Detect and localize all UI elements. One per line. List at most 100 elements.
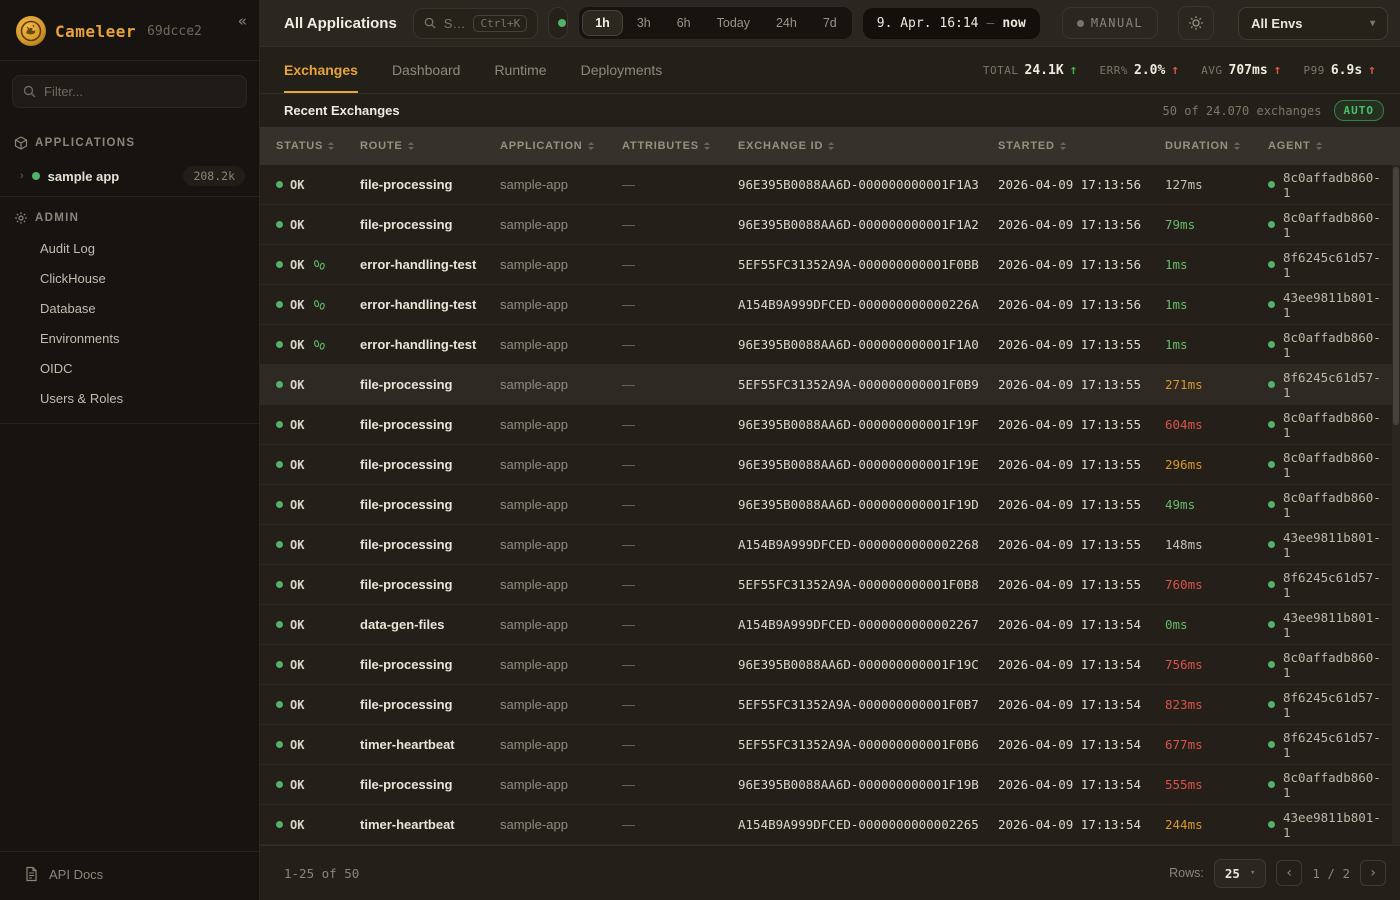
sidebar-item-database[interactable]: Database (0, 293, 259, 323)
column-header-status[interactable]: STATUS (276, 140, 360, 152)
table-row[interactable]: OKfile-processingsample-app—5EF55FC31352… (260, 685, 1400, 725)
table-row[interactable]: OKfile-processingsample-app—A154B9A999DF… (260, 525, 1400, 565)
tab-exchanges[interactable]: Exchanges (284, 47, 358, 93)
table-row[interactable]: OKtimer-heartbeatsample-app—5EF55FC31352… (260, 725, 1400, 765)
chevron-right-icon[interactable]: › (20, 170, 24, 182)
column-header-route[interactable]: ROUTE (360, 140, 500, 152)
cell-exchange-id: 5EF55FC31352A9A-000000000001F0BB (738, 257, 998, 272)
scrollbar-track[interactable] (1392, 165, 1400, 845)
time-range-7d[interactable]: 7d (811, 10, 849, 36)
column-label: STARTED (998, 140, 1055, 152)
status-dot (276, 341, 283, 348)
time-range-6h[interactable]: 6h (665, 10, 703, 36)
tab-dashboard[interactable]: Dashboard (392, 47, 461, 93)
cell-route: file-processing (360, 777, 500, 792)
column-header-application[interactable]: APPLICATION (500, 140, 622, 152)
table-row[interactable]: OKdata-gen-filessample-app—A154B9A999DFC… (260, 605, 1400, 645)
cell-started: 2026-04-09 17:13:55 (998, 417, 1165, 432)
global-search-button[interactable]: S… Ctrl+K (413, 8, 538, 39)
cell-application: sample-app (500, 777, 622, 792)
brand-name: Cameleer (55, 22, 136, 41)
theme-toggle-button[interactable] (1178, 6, 1214, 40)
scrollbar-thumb[interactable] (1393, 167, 1399, 425)
next-page-button[interactable]: › (1360, 860, 1386, 886)
agent-status-dot (1268, 621, 1275, 628)
health-status-pill[interactable]: O (548, 7, 568, 39)
cell-duration: 1ms (1165, 257, 1268, 272)
cell-exchange-id: 5EF55FC31352A9A-000000000001F0B8 (738, 577, 998, 592)
sidebar-filter[interactable] (12, 75, 247, 108)
table-row[interactable]: OKerror-handling-testsample-app—5EF55FC3… (260, 245, 1400, 285)
env-select[interactable]: All Envs ▾ (1238, 7, 1388, 40)
cell-agent: 8c0affadb860-1 (1268, 210, 1384, 240)
table-row[interactable]: OKfile-processingsample-app—96E395B0088A… (260, 645, 1400, 685)
sidebar-item-environments[interactable]: Environments (0, 323, 259, 353)
exchanges-table: STATUSROUTE APPLICATIONATTRIBUTESEXCHANGE… (260, 127, 1400, 845)
column-header-attributes[interactable]: ATTRIBUTES (622, 140, 738, 152)
rows-per-page-select[interactable]: 25 ▾ (1214, 859, 1266, 888)
cell-exchange-id: 96E395B0088AA6D-000000000001F1A3 (738, 177, 998, 192)
cell-exchange-id: 96E395B0088AA6D-000000000001F19B (738, 777, 998, 792)
sidebar-item-sample-app[interactable]: › sample app 208.2k (0, 158, 259, 196)
table-row[interactable]: OKfile-processingsample-app—5EF55FC31352… (260, 565, 1400, 605)
sidebar-item-audit-log[interactable]: Audit Log (0, 233, 259, 263)
sidebar-collapse-button[interactable]: « (238, 12, 247, 30)
cell-application: sample-app (500, 697, 622, 712)
time-range-today[interactable]: Today (705, 10, 762, 36)
agent-id: 8c0affadb860-1 (1283, 330, 1384, 360)
agent-id: 8c0affadb860-1 (1283, 490, 1384, 520)
table-row[interactable]: OKfile-processingsample-app—5EF55FC31352… (260, 365, 1400, 405)
agent-status-dot (1268, 181, 1275, 188)
agent-id: 8f6245c61d57-1 (1283, 370, 1384, 400)
table-row[interactable]: OKfile-processingsample-app—96E395B0088A… (260, 445, 1400, 485)
tab-runtime[interactable]: Runtime (494, 47, 546, 93)
table-row[interactable]: OKfile-processingsample-app—96E395B0088A… (260, 485, 1400, 525)
prev-page-button[interactable]: ‹ (1276, 860, 1302, 886)
auto-refresh-badge[interactable]: AUTO (1334, 100, 1385, 121)
column-header-started[interactable]: STARTED (998, 140, 1165, 152)
status-label: OK (290, 218, 304, 232)
tab-deployments[interactable]: Deployments (581, 47, 663, 93)
cell-duration: 49ms (1165, 497, 1268, 512)
table-row[interactable]: OKfile-processingsample-app—96E395B0088A… (260, 165, 1400, 205)
cell-exchange-id: A154B9A999DFCED-0000000000002265 (738, 817, 998, 832)
filter-input[interactable] (44, 84, 236, 99)
cell-status: OK (276, 538, 360, 552)
table-row[interactable]: OKfile-processingsample-app—96E395B0088A… (260, 765, 1400, 805)
table-row[interactable]: OKerror-handling-testsample-app—96E395B0… (260, 325, 1400, 365)
manual-refresh-button[interactable]: MANUAL (1062, 7, 1158, 39)
cell-route: file-processing (360, 377, 500, 392)
sidebar-item-oidc[interactable]: OIDC (0, 353, 259, 383)
cell-agent: 8c0affadb860-1 (1268, 330, 1384, 360)
date-range-display[interactable]: 9. Apr. 16:14 – now (863, 8, 1040, 39)
time-range-1h[interactable]: 1h (582, 10, 623, 36)
status-label: OK (290, 338, 304, 352)
app-root: Cameleer 69dcce2 « APPLICATIONS › sample… (0, 0, 1400, 900)
cell-agent: 8f6245c61d57-1 (1268, 690, 1384, 720)
sidebar-item-clickhouse[interactable]: ClickHouse (0, 263, 259, 293)
table-row[interactable]: OKerror-handling-testsample-app—A154B9A9… (260, 285, 1400, 325)
cell-agent: 43ee9811b801-1 (1268, 610, 1384, 640)
column-label: AGENT (1268, 140, 1311, 152)
time-range-24h[interactable]: 24h (764, 10, 809, 36)
sort-icon (704, 142, 710, 150)
cell-agent: 8f6245c61d57-1 (1268, 570, 1384, 600)
column-label: ROUTE (360, 140, 403, 152)
list-header-right: 50 of 24.070 exchanges AUTO (1163, 100, 1384, 121)
cell-application: sample-app (500, 657, 622, 672)
cell-application: sample-app (500, 257, 622, 272)
cell-status: OK (276, 578, 360, 592)
cell-exchange-id: 96E395B0088AA6D-000000000001F1A2 (738, 217, 998, 232)
cell-route: data-gen-files (360, 617, 500, 632)
table-row[interactable]: OKfile-processingsample-app—96E395B0088A… (260, 405, 1400, 445)
table-row[interactable]: OKtimer-heartbeatsample-app—A154B9A999DF… (260, 805, 1400, 845)
status-dot (276, 541, 283, 548)
sidebar-item-api-docs[interactable]: API Docs (0, 851, 259, 900)
column-header-duration[interactable]: DURATION (1165, 140, 1268, 152)
status-label: OK (290, 618, 304, 632)
column-header-exchange-id[interactable]: EXCHANGE ID (738, 140, 998, 152)
table-row[interactable]: OKfile-processingsample-app—96E395B0088A… (260, 205, 1400, 245)
time-range-3h[interactable]: 3h (625, 10, 663, 36)
sidebar-item-users-roles[interactable]: Users & Roles (0, 383, 259, 413)
column-header-agent[interactable]: AGENT (1268, 140, 1384, 152)
